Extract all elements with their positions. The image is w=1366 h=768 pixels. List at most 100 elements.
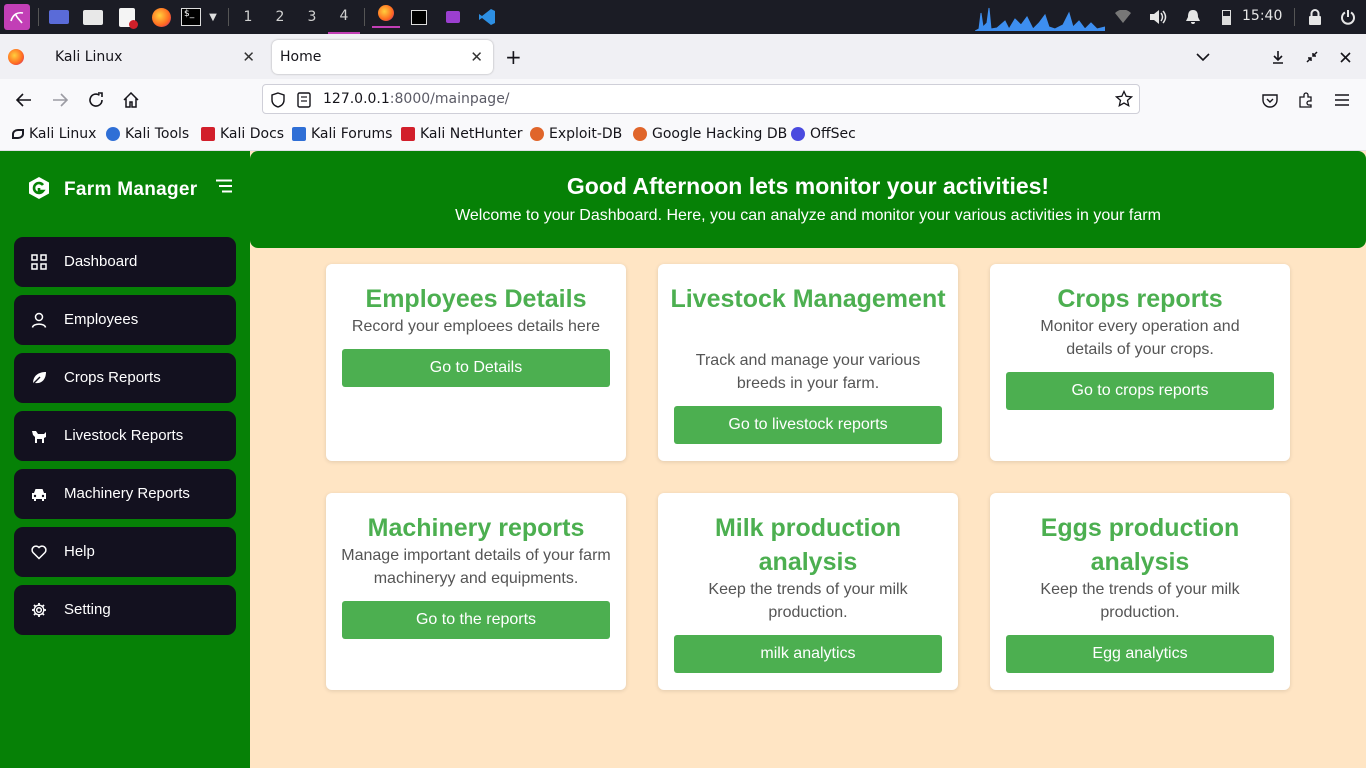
sidebar-toggle-icon[interactable] [215, 178, 233, 194]
notification-bell-icon[interactable] [1183, 6, 1203, 28]
kali-docs-icon [201, 127, 215, 141]
card-title: Machinery reports [367, 514, 585, 542]
card-title: Employees Details [365, 285, 587, 313]
sidebar-item-label: Help [64, 543, 95, 560]
bookmark-label: Exploit-DB [549, 126, 623, 142]
cpu-graph-icon [975, 6, 1105, 31]
close-tab-icon[interactable]: ✕ [470, 48, 483, 66]
card-description: Track and manage your various breeds in … [695, 352, 921, 392]
sidebar-item-employees[interactable]: Employees [14, 295, 236, 345]
workspace-4[interactable]: 4 [328, 0, 360, 34]
firefox-icon[interactable] [150, 6, 172, 28]
power-icon[interactable] [1338, 6, 1358, 28]
bookmark-kali-forums[interactable]: Kali Forums [292, 126, 392, 142]
firefox-window-icon[interactable] [372, 0, 400, 28]
chevron-down-icon[interactable]: ▼ [206, 6, 220, 28]
workspace-1[interactable]: 1 [232, 0, 264, 34]
app-window-icon[interactable] [442, 6, 464, 28]
card-title: Milk production analysis [714, 514, 902, 576]
reload-icon[interactable] [85, 89, 107, 111]
hamburger-menu-icon[interactable] [1331, 89, 1353, 111]
pocket-icon[interactable] [1259, 89, 1281, 111]
forward-arrow-icon[interactable] [49, 89, 71, 111]
bookmark-kali-tools[interactable]: Kali Tools [106, 126, 189, 142]
terminal-icon[interactable]: $_ [180, 6, 202, 28]
page-info-icon[interactable] [297, 92, 311, 112]
url-text[interactable]: 127.0.0.1:8000/mainpage/ [323, 91, 510, 107]
bookmark-kali-nethunter[interactable]: Kali NetHunter [401, 126, 522, 142]
nethunter-icon [401, 127, 415, 141]
card-description: Keep the trends of your milk production. [1040, 581, 1240, 621]
milk-analytics-button[interactable]: milk analytics [674, 635, 942, 673]
sidebar-item-livestock-reports[interactable]: Livestock Reports [14, 411, 236, 461]
tab-list-chevron-icon[interactable] [1196, 40, 1216, 74]
card-machinery-reports: Machinery reports Manage important detai… [326, 493, 626, 690]
download-icon[interactable] [1272, 40, 1288, 74]
bookmark-exploit-db[interactable]: Exploit-DB [530, 126, 622, 142]
lock-icon[interactable] [1305, 6, 1325, 28]
card-description: Record your emploees details here [351, 318, 601, 335]
bookmark-kali-docs[interactable]: Kali Docs [201, 126, 284, 142]
offsec-icon [791, 127, 805, 141]
card-milk-production-analysis: Milk production analysis Keep the trends… [658, 493, 958, 690]
volume-icon[interactable] [1148, 6, 1168, 28]
bookmark-label: Kali NetHunter [420, 126, 523, 142]
tab-label: Home [280, 49, 322, 65]
sidebar-item-label: Livestock Reports [64, 427, 184, 444]
card-employees-details: Employees Details Record your emploees d… [326, 264, 626, 461]
sidebar-item-label: Dashboard [64, 253, 138, 270]
close-window-icon[interactable] [1340, 40, 1356, 74]
sidebar-item-machinery-reports[interactable]: Machinery Reports [14, 469, 236, 519]
go-to-livestock-reports-button[interactable]: Go to livestock reports [674, 406, 942, 444]
bookmark-offsec[interactable]: OffSec [791, 126, 856, 142]
ghdb-icon [633, 127, 647, 141]
terminal-window-icon[interactable] [408, 6, 430, 28]
workspace-3[interactable]: 3 [296, 0, 328, 34]
file-manager-icon[interactable] [82, 6, 104, 28]
workspace-2[interactable]: 2 [264, 0, 296, 34]
home-icon[interactable] [120, 89, 142, 111]
card-eggs-production-analysis: Eggs production analysis Keep the trends… [990, 493, 1290, 690]
tab-home[interactable]: Home ✕ [272, 40, 493, 74]
kali-menu-icon[interactable] [4, 4, 30, 30]
extensions-icon[interactable] [1295, 89, 1317, 111]
url-bar[interactable]: 127.0.0.1:8000/mainpage/ [262, 84, 1140, 114]
kali-dragon-icon [12, 129, 24, 139]
leaf-icon [31, 370, 47, 386]
restore-window-icon[interactable] [1306, 40, 1322, 74]
tab-kali-linux[interactable]: Kali Linux ✕ [43, 40, 265, 74]
bookmark-kali-linux[interactable]: Kali Linux [12, 126, 96, 142]
bookmark-label: Kali Docs [220, 126, 285, 142]
go-to-details-button[interactable]: Go to Details [342, 349, 610, 387]
go-to-crops-reports-button[interactable]: Go to crops reports [1006, 372, 1274, 410]
egg-analytics-button[interactable]: Egg analytics [1006, 635, 1274, 673]
go-to-the-reports-button[interactable]: Go to the reports [342, 601, 610, 639]
banner-subtitle: Welcome to your Dashboard. Here, you can… [455, 207, 1161, 224]
sidebar-item-crops-reports[interactable]: Crops Reports [14, 353, 236, 403]
close-tab-icon[interactable]: ✕ [242, 48, 255, 66]
battery-icon[interactable] [1218, 6, 1234, 28]
shield-icon[interactable] [271, 92, 285, 112]
sidebar-item-dashboard[interactable]: Dashboard [14, 237, 236, 287]
text-editor-icon[interactable] [116, 6, 138, 29]
clock[interactable]: 15:40 [1242, 8, 1282, 24]
vscode-icon[interactable] [476, 6, 498, 28]
card-description: Keep the trends of your milk production. [708, 581, 908, 621]
bookmark-google-hacking-db[interactable]: Google Hacking DB [633, 126, 787, 142]
sidebar-item-label: Crops Reports [64, 369, 161, 386]
user-icon [31, 312, 47, 328]
sidebar-item-setting[interactable]: Setting [14, 585, 236, 635]
browser-tab-bar: Kali Linux ✕ Home ✕ + [0, 34, 1366, 79]
card-description: Manage important details of your farm ma… [341, 547, 611, 587]
bookmark-star-icon[interactable] [1114, 89, 1134, 112]
back-arrow-icon[interactable] [13, 89, 35, 111]
card-description: Monitor every operation and details of y… [1040, 318, 1240, 358]
firefox-view-icon[interactable] [8, 40, 32, 74]
bookmark-label: Kali Linux [29, 126, 97, 142]
new-tab-button[interactable]: + [505, 40, 525, 74]
network-icon[interactable] [1113, 6, 1133, 28]
desktop-icon[interactable] [48, 6, 70, 28]
sidebar-item-help[interactable]: Help [14, 527, 236, 577]
sidebar-item-label: Machinery Reports [64, 485, 190, 502]
brand[interactable]: Farm Manager [26, 175, 197, 205]
